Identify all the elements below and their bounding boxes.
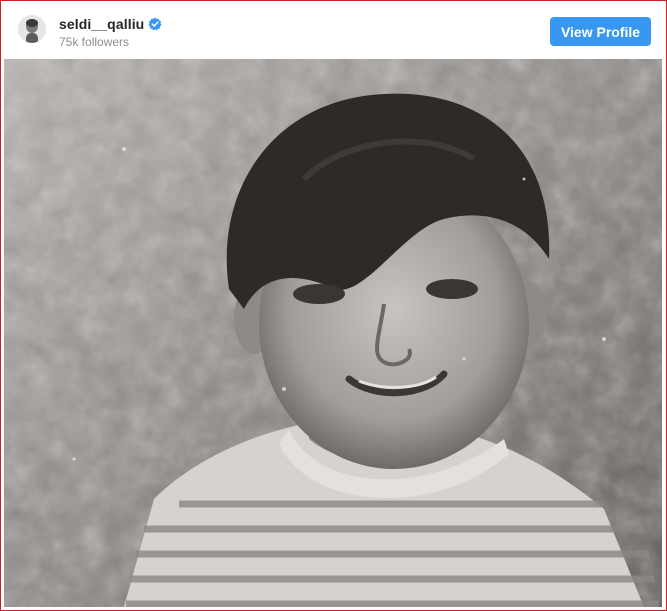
post-photo[interactable] — [4, 59, 662, 607]
post-header: seldi__qalliu 75k followers View Profile — [1, 1, 666, 59]
followers-count: 75k followers — [59, 35, 130, 49]
avatar-image — [18, 15, 46, 43]
instagram-embed-card: seldi__qalliu 75k followers View Profile — [0, 0, 667, 611]
verified-badge-icon — [148, 17, 162, 31]
view-profile-button[interactable]: View Profile — [550, 17, 651, 46]
username-row: seldi__qalliu — [59, 16, 162, 32]
photo-image — [4, 59, 662, 607]
username-link[interactable]: seldi__qalliu — [59, 16, 144, 32]
profile-avatar[interactable] — [18, 15, 46, 43]
